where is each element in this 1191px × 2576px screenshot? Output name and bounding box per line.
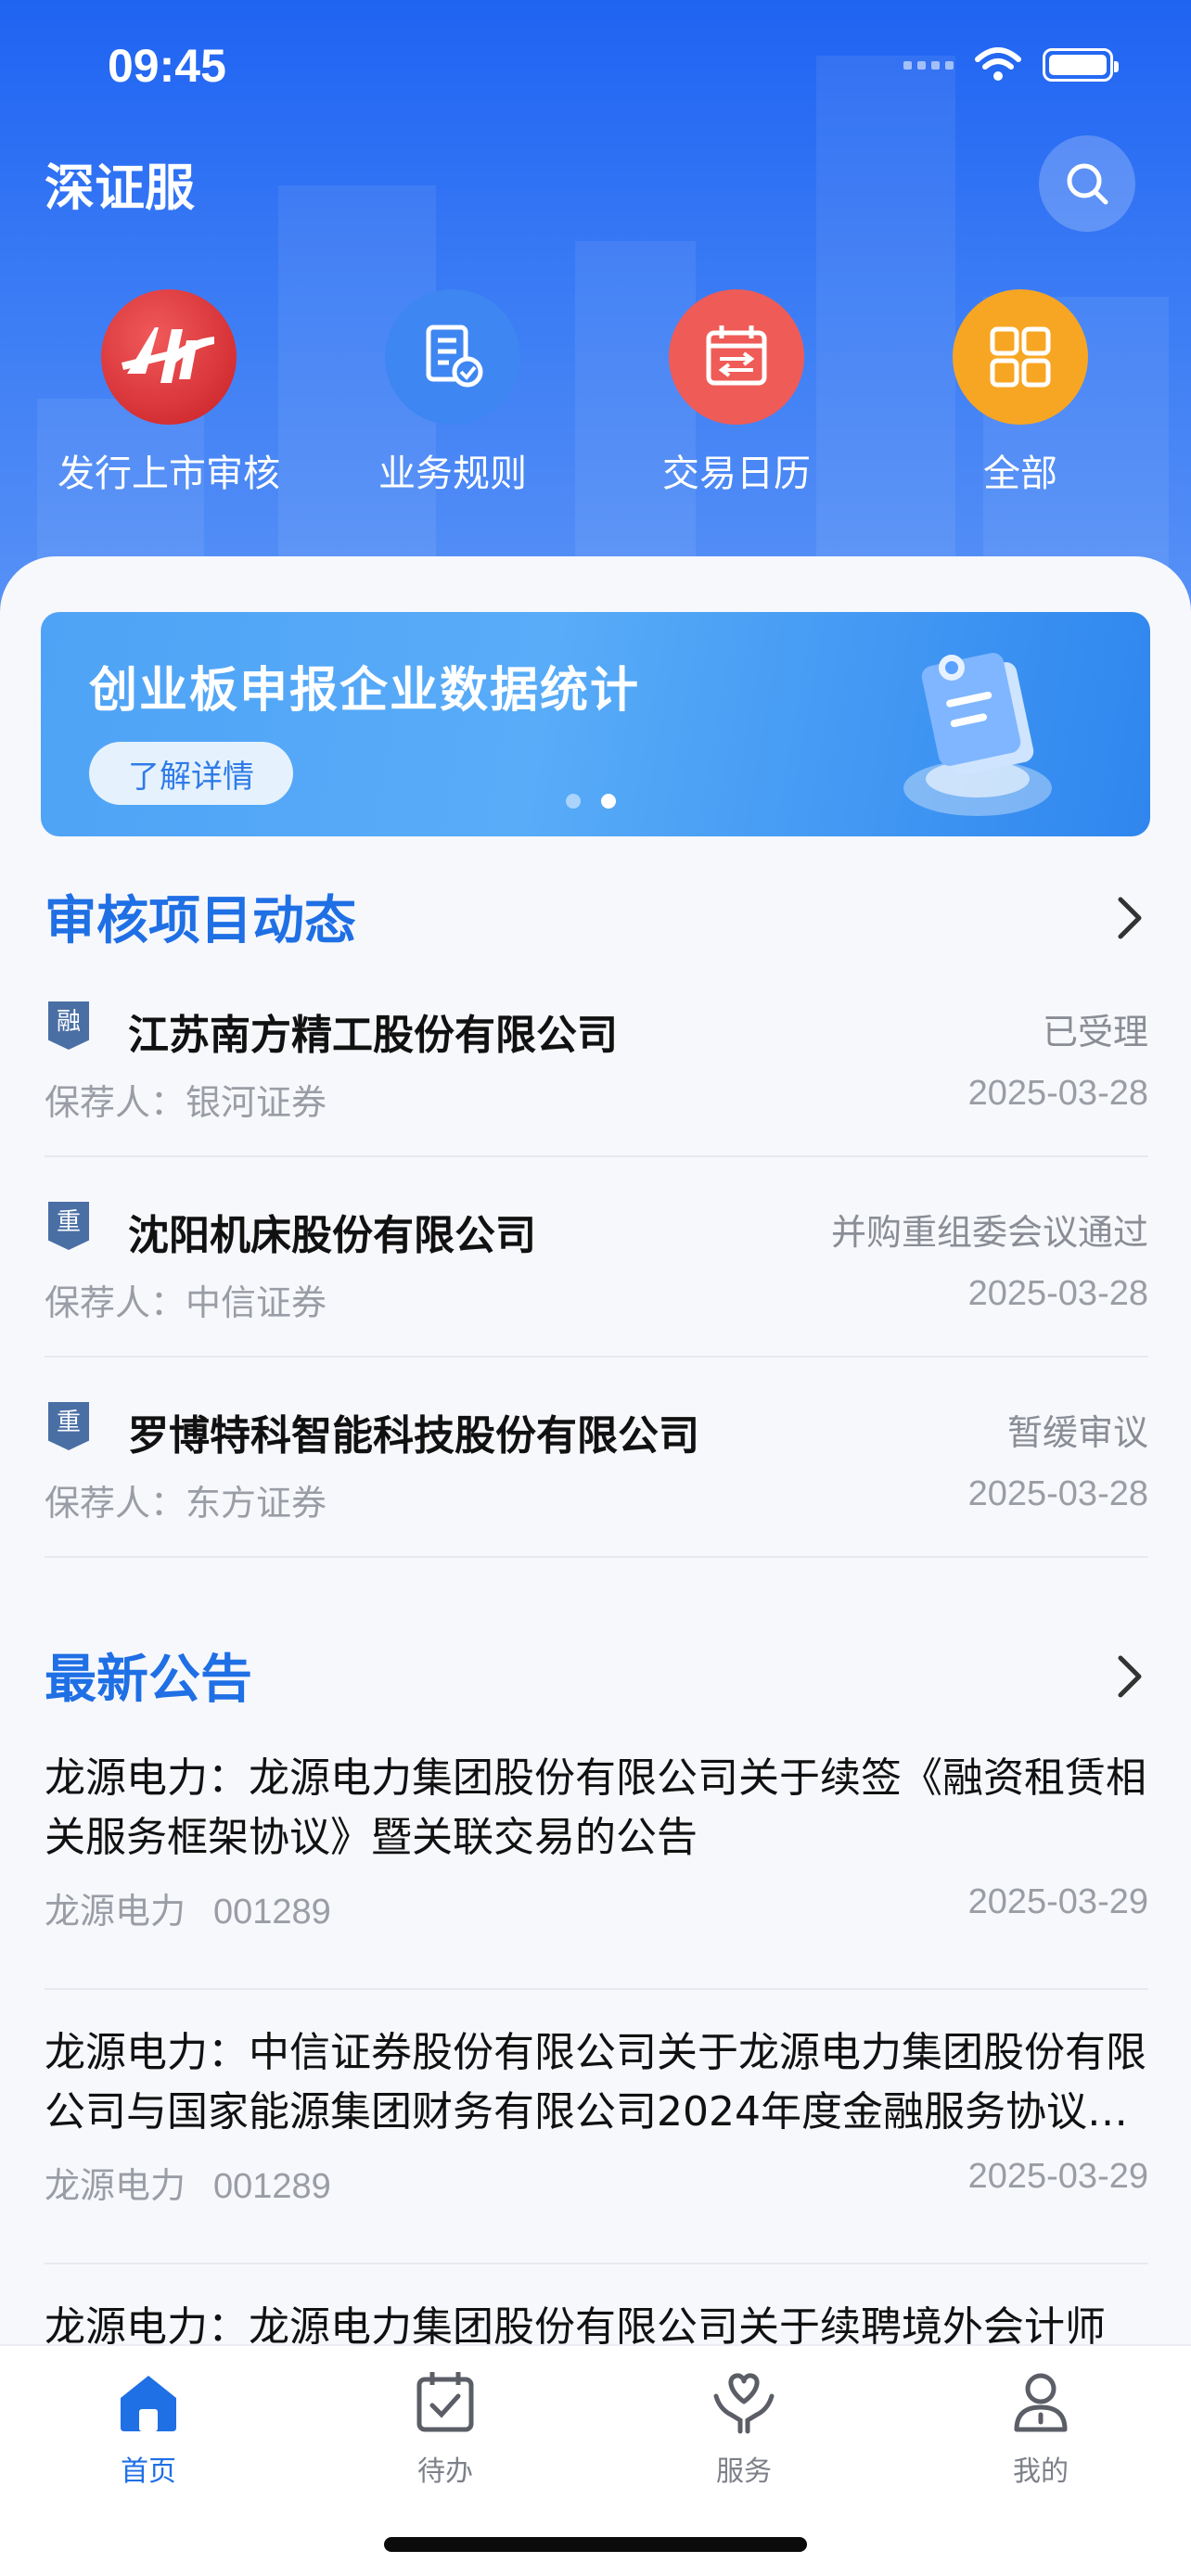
chevron-right-icon[interactable] — [1111, 892, 1148, 944]
quick-action-label: 发行上市审核 — [58, 453, 280, 495]
quick-action-all[interactable]: 全部 — [900, 289, 1141, 497]
quick-actions: 发行上市审核 业务规则 交易日历 全部 — [0, 289, 1191, 503]
quick-action-label: 全部 — [983, 453, 1057, 495]
tab-todo[interactable]: 待办 — [352, 2365, 538, 2489]
sponsor: 保荐人：银河证券 — [45, 1082, 327, 1123]
company-name: 罗博特科智能科技股份有限公司 — [128, 1412, 699, 1460]
app-title: 深证服 — [45, 159, 195, 217]
review-item[interactable]: 重 罗博特科智能科技股份有限公司 暂缓审议 保荐人：东方证券 2025-03-2… — [45, 1358, 1148, 1558]
notice-title: 龙源电力：龙源电力集团股份有限公司关于续签《融资租赁相关服务框架协议》暨关联交易… — [45, 1754, 1146, 1861]
banner-dot-active[interactable] — [601, 794, 616, 809]
notice-date: 2025-03-29 — [967, 1882, 1148, 1921]
review-section-title: 审核项目动态 — [45, 891, 356, 951]
tab-label: 我的 — [1013, 2455, 1069, 2488]
content-panel: 创业板申报企业数据统计 了解详情 审核项目动态 融 江苏南方精工股份有限公司 已… — [0, 556, 1191, 2351]
promo-banner[interactable]: 创业板申报企业数据统计 了解详情 — [41, 612, 1150, 836]
tab-home[interactable]: 首页 — [56, 2365, 241, 2489]
sponsor: 保荐人：中信证券 — [45, 1282, 327, 1323]
quick-action-label: 交易日历 — [662, 453, 811, 495]
banner-learn-more-button[interactable]: 了解详情 — [89, 742, 293, 805]
tab-profile[interactable]: 我的 — [948, 2365, 1133, 2489]
cellular-signal-icon — [903, 60, 954, 70]
notice-meta: 龙源电力 001289 — [45, 2157, 331, 2208]
search-button[interactable] — [1039, 135, 1135, 232]
review-status: 暂缓审议 — [1006, 1412, 1148, 1453]
battery-icon — [1043, 48, 1119, 82]
notice-section-header[interactable]: 最新公告 — [45, 1638, 1148, 1712]
review-date: 2025-03-28 — [967, 1074, 1148, 1113]
business-rules-icon — [385, 289, 520, 425]
chevron-right-icon[interactable] — [1111, 1651, 1148, 1702]
notice-item[interactable]: 龙源电力：中信证券股份有限公司关于龙源电力集团股份有限公司与国家能源集团财务有限… — [45, 1990, 1148, 2264]
review-status: 已受理 — [1042, 1012, 1148, 1052]
tab-label: 首页 — [121, 2455, 176, 2488]
notice-item[interactable]: 龙源电力：龙源电力集团股份有限公司关于续签《融资租赁相关服务框架协议》暨关联交易… — [45, 1715, 1148, 1990]
quick-action-label: 业务规则 — [378, 453, 527, 495]
review-date: 2025-03-28 — [967, 1474, 1148, 1513]
document-illustration-icon — [903, 653, 1052, 816]
quick-action-business-rules[interactable]: 业务规则 — [332, 289, 573, 497]
wifi-icon — [975, 47, 1021, 81]
home-icon — [111, 2365, 186, 2439]
notice-title: 龙源电力：中信证券股份有限公司关于龙源电力集团股份有限公司与国家能源集团财务有限… — [45, 2029, 1146, 2136]
restructuring-badge: 重 — [48, 1402, 89, 1450]
notice-issuer: 龙源电力 — [45, 2165, 186, 2206]
all-grid-icon — [953, 289, 1088, 425]
tab-services[interactable]: 服务 — [651, 2365, 837, 2489]
quick-action-listing-review[interactable]: 发行上市审核 — [48, 289, 289, 497]
notice-code: 001289 — [213, 1893, 331, 1932]
notice-issuer: 龙源电力 — [45, 1891, 186, 1932]
company-name: 江苏南方精工股份有限公司 — [128, 1012, 618, 1059]
banner-title: 创业板申报企业数据统计 — [89, 663, 641, 719]
notice-date: 2025-03-29 — [967, 2157, 1148, 2196]
service-heart-hand-icon — [707, 2365, 781, 2439]
listing-review-icon — [101, 289, 237, 425]
notice-section-title: 最新公告 — [45, 1650, 252, 1710]
sponsor: 保荐人：东方证券 — [45, 1483, 327, 1524]
status-icons — [903, 46, 1119, 83]
calendar-check-icon — [408, 2365, 482, 2439]
banner-dot[interactable] — [566, 794, 581, 809]
notice-code: 001289 — [213, 2167, 331, 2206]
home-indicator — [384, 2537, 807, 2552]
tab-label: 服务 — [716, 2455, 772, 2488]
review-item[interactable]: 融 江苏南方精工股份有限公司 已受理 保荐人：银河证券 2025-03-28 — [45, 957, 1148, 1157]
banner-pagination — [566, 794, 616, 809]
review-date: 2025-03-28 — [967, 1274, 1148, 1313]
status-bar: 09:45 — [0, 0, 1191, 139]
review-item[interactable]: 重 沈阳机床股份有限公司 并购重组委会议通过 保荐人：中信证券 2025-03-… — [45, 1157, 1148, 1358]
search-icon — [1067, 163, 1108, 205]
user-profile-icon — [1004, 2365, 1078, 2439]
quick-action-trading-calendar[interactable]: 交易日历 — [616, 289, 857, 497]
status-time: 09:45 — [108, 40, 226, 92]
trading-calendar-icon — [669, 289, 804, 425]
tab-label: 待办 — [417, 2455, 473, 2488]
financing-badge: 融 — [48, 1001, 89, 1050]
review-status: 并购重组委会议通过 — [830, 1212, 1148, 1253]
notice-meta: 龙源电力 001289 — [45, 1882, 331, 1933]
review-section-header[interactable]: 审核项目动态 — [45, 879, 1148, 953]
restructuring-badge: 重 — [48, 1202, 89, 1250]
company-name: 沈阳机床股份有限公司 — [128, 1212, 536, 1259]
